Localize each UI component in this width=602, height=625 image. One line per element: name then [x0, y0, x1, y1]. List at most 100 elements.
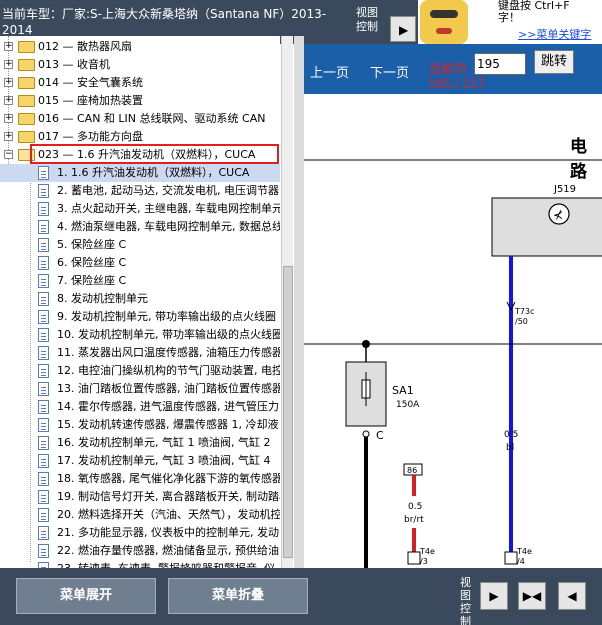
- expand-icon[interactable]: +: [4, 132, 13, 141]
- tree-item[interactable]: 16. 发动机控制单元, 气缸 1 喷油阀, 气缸 2: [0, 434, 280, 452]
- tree-item-label: 4. 燃油泵继电器, 车载电网控制单元, 数据总线: [57, 220, 280, 233]
- expand-icon[interactable]: +: [4, 96, 13, 105]
- t73c-pin: /50: [515, 317, 528, 326]
- expand-icon[interactable]: +: [4, 42, 13, 51]
- badge-86-text: 86: [407, 466, 417, 475]
- tree-folder-016[interactable]: + 016 — CAN 和 LIN 总线联网、驱动系统 CAN: [0, 110, 280, 128]
- tree-item[interactable]: 7. 保险丝座 C: [0, 272, 280, 290]
- tree-item-label: 15. 发动机转速传感器, 爆震传感器 1, 冷却液: [57, 418, 279, 431]
- menu-tree[interactable]: + 012 — 散热器风扇 + 013 — 收音机 + 014 — 安全气囊系统…: [0, 36, 280, 568]
- folder-icon: [18, 59, 35, 71]
- ad-text-line2: 字！: [498, 11, 520, 24]
- tree-item[interactable]: 8. 发动机控制单元: [0, 290, 280, 308]
- view-right-button[interactable]: ▶: [480, 582, 508, 610]
- tree-item[interactable]: 3. 点火起动开关, 主继电器, 车载电网控制单元: [0, 200, 280, 218]
- tree-scrollbar[interactable]: [281, 36, 293, 568]
- tree-item-label: 5. 保险丝座 C: [57, 238, 127, 251]
- next-page-link[interactable]: 下一页: [370, 62, 409, 81]
- tree-item[interactable]: 22. 燃油存量传感器, 燃油储备显示, 预供给油: [0, 542, 280, 560]
- jump-button[interactable]: 跳转: [534, 50, 574, 74]
- tree-item-label: 11. 蒸发器出风口温度传感器, 油箱压力传感器: [57, 346, 280, 359]
- document-icon: [38, 544, 49, 558]
- collapse-icon[interactable]: −: [4, 150, 13, 159]
- view-toggle-button[interactable]: ▶: [390, 16, 416, 42]
- tree-item[interactable]: 17. 发动机控制单元, 气缸 3 喷油阀, 气缸 4: [0, 452, 280, 470]
- tree-item[interactable]: 21. 多功能显示器, 仪表板中的控制单元, 发动: [0, 524, 280, 542]
- tree-folder-012[interactable]: + 012 — 散热器风扇: [0, 38, 280, 56]
- tree-item[interactable]: 14. 霍尔传感器, 进气温度传感器, 进气管压力: [0, 398, 280, 416]
- tree-item[interactable]: 2. 蓄电池, 起动马达, 交流发电机, 电压调节器: [0, 182, 280, 200]
- tree-item[interactable]: 9. 发动机控制单元, 带功率输出级的点火线圈: [0, 308, 280, 326]
- scrollbar-thumb[interactable]: [283, 266, 293, 558]
- tree-item-label: 16. 发动机控制单元, 气缸 1 喷油阀, 气缸 2: [57, 436, 271, 449]
- page-count: 195 / 217: [428, 77, 486, 91]
- tree-item[interactable]: 19. 制动信号灯开关, 离合器踏板开关, 制动踏板: [0, 488, 280, 506]
- tree-item-label: 22. 燃油存量传感器, 燃油储备显示, 预供给油: [57, 544, 279, 557]
- t73c-label: T73c: [514, 307, 534, 316]
- tree-item[interactable]: 5. 保险丝座 C: [0, 236, 280, 254]
- tree-item[interactable]: 1. 1.6 升汽油发动机（双燃料），CUCA: [0, 164, 280, 182]
- panel-splitter[interactable]: [294, 36, 304, 568]
- blue-wire-size: 0.5: [504, 430, 518, 440]
- tree-item-label: 12. 电控油门操纵机构的节气门驱动装置, 电控: [57, 364, 280, 377]
- arrow-right-icon: ▶: [489, 589, 499, 603]
- j519-box: [491, 197, 602, 257]
- transistor-glyph: ⊀: [553, 208, 563, 222]
- tree-item[interactable]: 20. 燃料选择开关（汽油、天然气），发动机控: [0, 506, 280, 524]
- tree-folder-013[interactable]: + 013 — 收音机: [0, 56, 280, 74]
- t4e-left-label: T4e: [419, 547, 435, 556]
- document-icon: [38, 364, 49, 378]
- tree-item-label: 8. 发动机控制单元: [57, 292, 148, 305]
- document-icon: [38, 400, 49, 414]
- tree-folder-015[interactable]: + 015 — 座椅加热装置: [0, 92, 280, 110]
- tree-item[interactable]: 13. 油门踏板位置传感器, 油门踏板位置传感器: [0, 380, 280, 398]
- tree-item[interactable]: 6. 保险丝座 C: [0, 254, 280, 272]
- car-model-title: 当前车型：厂家:S-上海大众新桑塔纳（Santana NF）2013-2014: [2, 7, 327, 37]
- view-control-label-bottom: 视图控制: [460, 576, 471, 625]
- expand-icon[interactable]: +: [4, 114, 13, 123]
- sa1-label: SA1: [392, 384, 414, 397]
- node-c-label: C: [376, 429, 384, 442]
- ad-banner[interactable]: 键盘按 Ctrl+F 字！ >>菜单关键字: [418, 0, 602, 44]
- tree-item[interactable]: 10. 发动机控制单元, 带功率输出级的点火线圈: [0, 326, 280, 344]
- document-icon: [38, 472, 49, 486]
- folder-icon: [18, 95, 35, 107]
- page-number-input[interactable]: [474, 53, 526, 75]
- view-left-button[interactable]: ◀: [558, 582, 586, 610]
- document-icon: [38, 166, 49, 180]
- expand-icon[interactable]: +: [4, 60, 13, 69]
- tree-item-label: 14. 霍尔传感器, 进气温度传感器, 进气管压力: [57, 400, 279, 413]
- ad-menu-keyword-link[interactable]: >>菜单关键字: [518, 26, 591, 42]
- cartoon-face-icon: [420, 0, 468, 44]
- viewer-nav-bar: 上一页 下一页 当前为 跳转 195 / 217: [304, 44, 602, 94]
- tree-item-label: 2. 蓄电池, 起动马达, 交流发电机, 电压调节器: [57, 184, 279, 197]
- t4e-right-pin: /4: [517, 557, 525, 566]
- document-icon: [38, 418, 49, 432]
- tree-item[interactable]: 11. 蒸发器出风口温度传感器, 油箱压力传感器: [0, 344, 280, 362]
- tree-item-label: 19. 制动信号灯开关, 离合器踏板开关, 制动踏板: [57, 490, 280, 503]
- tree-item[interactable]: 4. 燃油泵继电器, 车载电网控制单元, 数据总线: [0, 218, 280, 236]
- tree-folder-014[interactable]: + 014 — 安全气囊系统: [0, 74, 280, 92]
- view-split-button[interactable]: ▶◀: [518, 582, 546, 610]
- document-icon: [38, 382, 49, 396]
- menu-expand-button[interactable]: 菜单展开: [16, 578, 156, 614]
- menu-collapse-button[interactable]: 菜单折叠: [168, 578, 308, 614]
- t4e-right-pin-box: [504, 551, 518, 565]
- t4e-right-label: T4e: [516, 547, 532, 556]
- tree-item-label: 9. 发动机控制单元, 带功率输出级的点火线圈: [57, 310, 276, 323]
- sa1-rating: 150A: [396, 400, 420, 410]
- circuit-diagram: 电路 ⊀ J519 T73c /50 0.5 bl SA1 150A C 86: [304, 94, 602, 568]
- prev-page-link[interactable]: 上一页: [310, 62, 349, 81]
- document-icon: [38, 436, 49, 450]
- document-icon: [38, 310, 49, 324]
- split-arrows-icon: ▶◀: [522, 589, 542, 603]
- tree-item[interactable]: 23. 转速表, 车速表, 警报蜂鸣器和警报音, 仪: [0, 560, 280, 568]
- tree-item[interactable]: 18. 氧传感器, 尾气催化净化器下游的氧传感器: [0, 470, 280, 488]
- tree-item[interactable]: 12. 电控油门操纵机构的节气门驱动装置, 电控: [0, 362, 280, 380]
- view-control-label: 视图控制: [356, 6, 378, 33]
- tree-item[interactable]: 15. 发动机转速传感器, 爆震传感器 1, 冷却液: [0, 416, 280, 434]
- document-icon: [38, 490, 49, 504]
- expand-icon[interactable]: +: [4, 78, 13, 87]
- tree-item-label: 17. 发动机控制单元, 气缸 3 喷油阀, 气缸 4: [57, 454, 271, 467]
- arrow-left-icon: ◀: [567, 589, 577, 603]
